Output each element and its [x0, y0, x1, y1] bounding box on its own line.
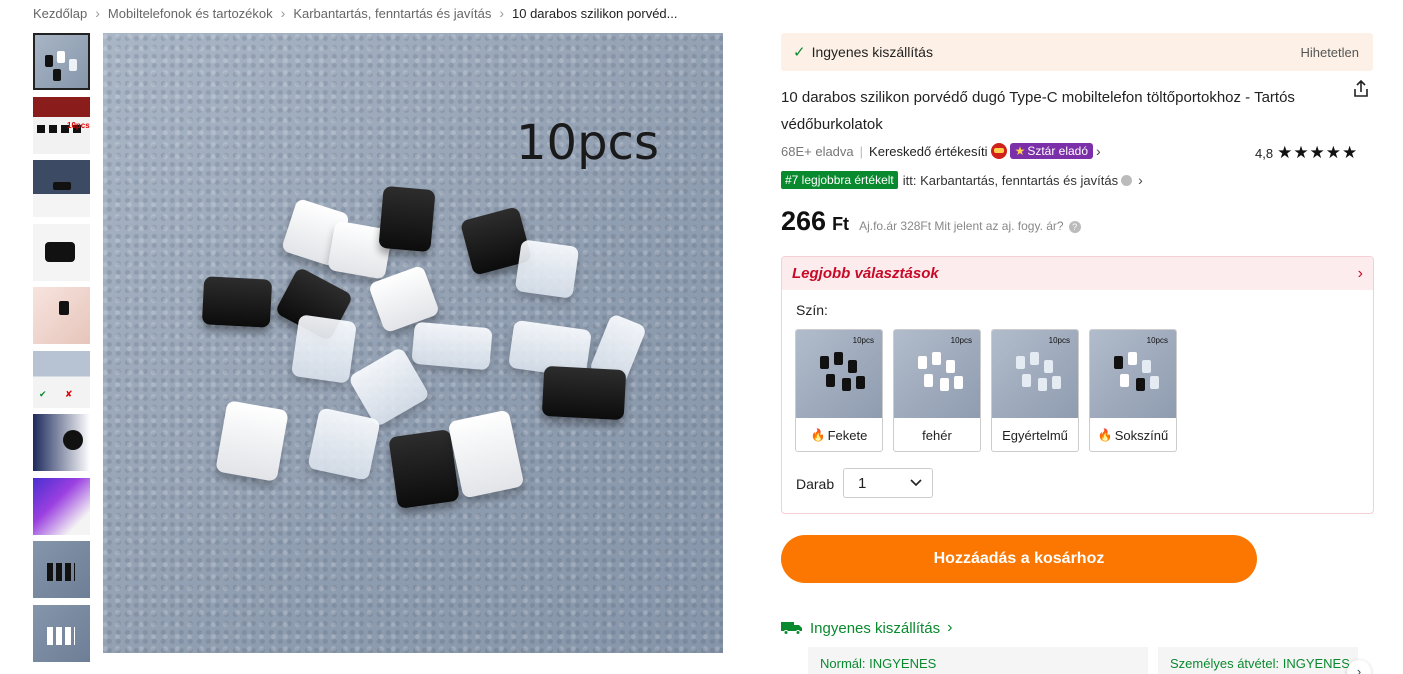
thumbnail-6[interactable]: ✔ ✘ — [33, 350, 90, 408]
scroll-next-icon[interactable]: › — [1347, 660, 1371, 674]
thumbnail-list: 10pcs ✔ ✘ — [33, 33, 90, 668]
delivery-title: Ingyenes kiszállítás — [810, 619, 941, 637]
delivery-option[interactable]: Normál: INGYENES — [808, 647, 1148, 674]
free-shipping-info: ✓ Ingyenes kiszállítás — [793, 43, 933, 61]
seller-rating-label[interactable]: Kereskedő értékesíti — [869, 144, 988, 159]
swatch-tag: 10pcs — [852, 336, 874, 345]
product-plug — [378, 185, 436, 253]
price-currency: Ft — [832, 214, 850, 234]
flame-icon: 🔥 — [810, 428, 826, 442]
rank-badge: #7 legjobbra értékelt — [781, 171, 898, 189]
thumbnail-5[interactable] — [33, 287, 90, 344]
swatch-tag: 10pcs — [1048, 336, 1070, 345]
thumbnail-4[interactable] — [33, 223, 90, 281]
star-icon: ★ — [1014, 144, 1026, 158]
rating-stars-icon: ★★★★★ — [1277, 143, 1359, 162]
swatch-clear[interactable]: 10pcs Egyértelmű — [991, 329, 1079, 452]
swatch-mixed[interactable]: 10pcs 🔥 Sokszínű — [1089, 329, 1177, 452]
swatch-image: 10pcs — [992, 330, 1078, 418]
star-seller-label: Sztár eladó — [1027, 144, 1089, 158]
seller-level-icon — [990, 143, 1007, 159]
chevron-right-icon: › — [95, 5, 100, 21]
product-plug — [388, 429, 460, 509]
product-title: 10 darabos szilikon porvédő dugó Type-C … — [781, 89, 1295, 133]
breadcrumb-subcategory[interactable]: Karbantartás, fenntartás és javítás — [293, 6, 491, 21]
delivery-header[interactable]: Ingyenes kiszállítás › — [781, 619, 952, 637]
share-icon[interactable] — [1350, 78, 1372, 100]
quantity-select[interactable]: 1 — [843, 468, 933, 498]
free-shipping-banner[interactable]: ✓ Ingyenes kiszállítás Hihetetlen — [781, 33, 1373, 71]
chevron-down-icon — [910, 479, 922, 487]
thumbnail-2[interactable]: 10pcs — [33, 96, 90, 154]
free-shipping-label: Ingyenes kiszállítás — [811, 44, 933, 60]
flame-icon: 🔥 — [1097, 428, 1113, 442]
info-icon — [1121, 174, 1133, 186]
swatch-image: 10pcs — [796, 330, 882, 418]
swatch-tag: 10pcs — [1146, 336, 1168, 345]
product-plug — [215, 400, 289, 482]
quantity-label: Darab — [796, 476, 835, 492]
shipping-bar-right-text: Hihetetlen — [1300, 44, 1359, 60]
breadcrumb-home[interactable]: Kezdőlap — [33, 6, 87, 21]
product-plug — [307, 407, 381, 481]
swatch-image: 10pcs — [1090, 330, 1176, 418]
rank-row[interactable]: #7 legjobbra értékelt itt: Karbantartás,… — [781, 171, 1143, 189]
price-amount: 266 — [781, 206, 827, 236]
chevron-right-icon: › — [499, 5, 504, 21]
thumbnail-7[interactable] — [33, 414, 90, 471]
breadcrumb: Kezdőlap › Mobiltelefonok és tartozékok … — [33, 5, 677, 21]
best-choices-title: Legjobb választások — [792, 265, 939, 282]
product-plug — [514, 239, 580, 299]
product-rating[interactable]: 4,8 ★★★★★ — [1255, 143, 1358, 163]
color-label: Szín: — [796, 302, 828, 318]
price-block: 266 Ft Aj.fo.ár 328Ft Mit jelent az aj. … — [781, 206, 1081, 237]
delivery-option[interactable]: Személyes átvétel: INGYENES — [1158, 647, 1358, 674]
thumbnail-9[interactable] — [33, 541, 90, 598]
swatch-black[interactable]: 10pcs 🔥 Fekete — [795, 329, 883, 452]
sold-count: 68E+ eladva — [781, 143, 854, 159]
delivery-option-label: Normál: INGYENES — [820, 656, 937, 671]
product-plug — [411, 321, 493, 371]
chevron-right-icon: › — [280, 5, 286, 21]
breadcrumb-category[interactable]: Mobiltelefonok és tartozékok — [108, 6, 273, 21]
product-plug — [541, 365, 627, 421]
chevron-right-icon: › — [1357, 264, 1363, 282]
swatch-name: fehér — [922, 427, 952, 443]
swatch-tag: 10pcs — [950, 336, 972, 345]
swatch-name: 🔥 Sokszínű — [1097, 427, 1169, 443]
best-choices-header[interactable]: Legjobb választások › — [782, 257, 1373, 290]
chevron-right-icon: › — [1138, 172, 1143, 188]
product-main-image[interactable]: 10pcs — [103, 33, 723, 653]
truck-icon — [781, 622, 802, 635]
help-icon[interactable]: ? — [1068, 221, 1081, 233]
add-to-cart-button[interactable]: Hozzáadás a kosárhoz — [781, 535, 1257, 583]
quantity-value: 1 — [858, 474, 867, 492]
rating-value: 4,8 — [1255, 145, 1274, 161]
product-plug — [290, 314, 358, 384]
hero-image-label: 10pcs — [516, 115, 659, 171]
thumbnail-10[interactable] — [33, 604, 90, 662]
chevron-right-icon: › — [947, 619, 953, 636]
thumbnail-8[interactable] — [33, 477, 90, 535]
breadcrumb-current: 10 darabos szilikon porvéd... — [512, 5, 678, 21]
color-swatches: 10pcs 🔥 Fekete 10pcs fehér 10pcs Egyérte… — [795, 329, 1177, 452]
best-choices-panel: Legjobb választások › Szín: 10pcs 🔥 Feket… — [781, 256, 1374, 514]
swatch-name: 🔥 Fekete — [810, 427, 868, 443]
product-plug — [447, 409, 525, 499]
delivery-option-label: Személyes átvétel: INGYENES — [1170, 656, 1350, 671]
reference-price: Aj.fo.ár 328Ft Mit jelent az aj. fogy. á… — [859, 219, 1064, 233]
rank-text: itt: Karbantartás, fenntartás és javítás — [902, 172, 1119, 188]
product-plug — [201, 276, 273, 328]
star-seller-badge[interactable]: ★ Sztár eladó — [1009, 143, 1094, 159]
thumbnail-1[interactable] — [33, 33, 90, 90]
thumbnail-3[interactable] — [33, 160, 90, 217]
divider: | — [859, 143, 864, 159]
chevron-right-icon[interactable]: › — [1096, 143, 1101, 159]
swatch-image: 10pcs — [894, 330, 980, 418]
check-icon: ✓ — [793, 44, 806, 61]
swatch-name: Egyértelmű — [1002, 427, 1068, 443]
product-meta: 68E+ eladva | Kereskedő értékesíti ★ Sztá… — [781, 143, 1101, 159]
swatch-white[interactable]: 10pcs fehér — [893, 329, 981, 452]
